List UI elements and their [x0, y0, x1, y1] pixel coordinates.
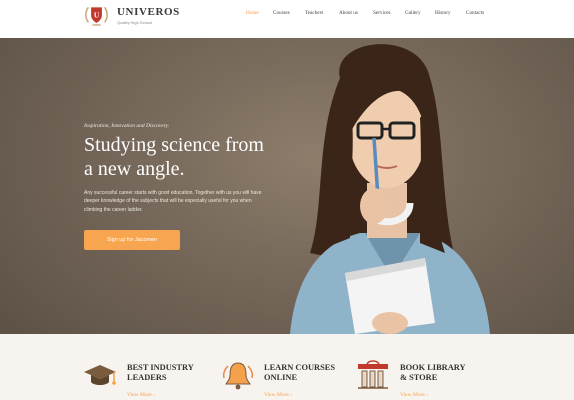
brand-tagline: Quality High School: [117, 20, 153, 25]
view-more-link[interactable]: View More ›: [264, 392, 292, 398]
feature-title: BEST INDUSTRY LEADERS: [127, 363, 194, 383]
graduation-cap-icon: [84, 365, 116, 385]
hero-description-line: Any successful career starts with good e…: [84, 190, 262, 196]
feature-title-line: LEADERS: [127, 373, 167, 382]
feature-title-line: & STORE: [400, 373, 438, 382]
brand-name: UNIVEROS: [117, 6, 180, 18]
student-photo: [290, 44, 490, 334]
nav-gallery[interactable]: Gallery: [405, 10, 421, 16]
signup-button[interactable]: Sign up for Jacomen: [84, 230, 180, 250]
view-more-link[interactable]: View More ›: [127, 392, 155, 398]
hero-title: Studying science from a new angle.: [84, 133, 304, 181]
logo-shield-icon[interactable]: U: [83, 2, 110, 29]
nav-teachers[interactable]: Teachers: [305, 10, 323, 16]
bell-icon: [222, 362, 254, 390]
feature-title-line: ONLINE: [264, 373, 298, 382]
site-header: U UNIVEROS Quality High School Home Cour…: [0, 0, 574, 38]
nav-about-us[interactable]: About us: [339, 10, 358, 16]
feature-title-line: BOOK LIBRARY: [400, 363, 466, 372]
features-strip: BEST INDUSTRY LEADERS View More › LEARN …: [0, 334, 574, 400]
brand: UNIVEROS Quality High School: [117, 6, 180, 25]
hero-title-line: a new angle.: [84, 158, 185, 180]
feature-title-line: BEST INDUSTRY: [127, 363, 194, 372]
feature-title: BOOK LIBRARY & STORE: [400, 363, 466, 383]
nav-home[interactable]: Home: [246, 10, 259, 16]
nav-courses[interactable]: Courses: [273, 10, 290, 16]
view-more-link[interactable]: View More ›: [400, 392, 428, 398]
hero-banner: Inspiration, Innovation and Discovery. S…: [0, 38, 574, 334]
hero-description: Any successful career starts with good e…: [84, 189, 296, 214]
hero-title-line: Studying science from: [84, 134, 264, 156]
svg-text:U: U: [94, 11, 100, 20]
nav-services[interactable]: Services: [373, 10, 391, 16]
books-icon: [358, 360, 388, 389]
nav-contacts[interactable]: Contacts: [466, 10, 484, 16]
nav-history[interactable]: History: [435, 10, 451, 16]
feature-title-line: LEARN COURSES: [264, 363, 335, 372]
feature-title: LEARN COURSES ONLINE: [264, 363, 335, 383]
hero-description-line: climbing the career ladder.: [84, 206, 143, 213]
hero-kicker: Inspiration, Innovation and Discovery.: [84, 123, 170, 129]
hero-description-line: deeper knowledge of the subjects that wi…: [84, 198, 252, 205]
hero-text: Inspiration, Innovation and Discovery. S…: [84, 123, 304, 214]
